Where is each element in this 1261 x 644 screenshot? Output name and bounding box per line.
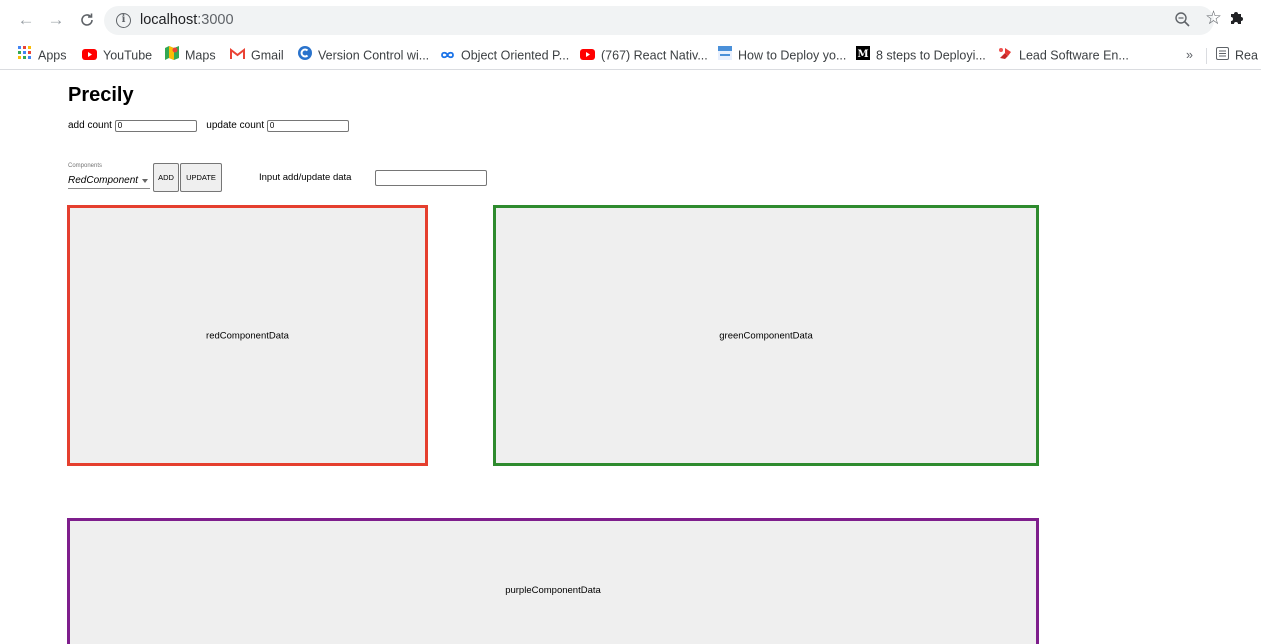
purple-component-text: purpleComponentData	[505, 585, 601, 596]
bookmark-label: Object Oriented P...	[461, 48, 570, 63]
bookmark-react-native[interactable]: (767) React Nativ...	[580, 46, 708, 64]
bookmark-label: How to Deploy yo...	[738, 48, 847, 63]
url-text[interactable]: localhost:3000	[140, 12, 234, 28]
bookmark-label: Apps	[38, 48, 67, 63]
site-info-icon[interactable]: i	[116, 13, 131, 28]
bookmark-label: Lead Software En...	[1019, 48, 1129, 63]
back-arrow-icon[interactable]: ←	[14, 8, 38, 32]
bookmark-how-to-deploy[interactable]: How to Deploy yo...	[718, 46, 846, 64]
red-component-text: redComponentData	[206, 330, 289, 341]
url-port: :3000	[197, 12, 234, 28]
address-bar[interactable]: i localhost:3000 ☆	[104, 6, 1222, 35]
svg-text:M: M	[857, 49, 868, 60]
bookmark-star-icon[interactable]: ☆	[1205, 7, 1222, 31]
more-bookmarks-button[interactable]: »	[1186, 46, 1193, 64]
site-icon	[718, 46, 732, 65]
bookmark-label: (767) React Nativ...	[601, 48, 708, 63]
gmail-icon	[230, 47, 245, 65]
green-component-panel: greenComponentData	[493, 205, 1039, 466]
dropdown-arrow-icon	[142, 179, 148, 183]
bookmark-8-steps[interactable]: M 8 steps to Deployi...	[856, 46, 986, 64]
purple-component-panel: purpleComponentData	[67, 518, 1039, 644]
add-button[interactable]: ADD	[153, 163, 179, 192]
components-select[interactable]: Components RedComponent	[68, 163, 150, 189]
red-component-panel: redComponentData	[67, 205, 428, 466]
youtube-icon	[580, 47, 595, 65]
youtube-icon	[82, 47, 97, 65]
reload-icon[interactable]	[75, 8, 99, 32]
bookmark-label: Gmail	[251, 48, 284, 63]
coursera-icon	[298, 46, 312, 65]
components-select-label: Components	[68, 163, 103, 169]
data-input-field[interactable]	[375, 170, 487, 186]
bookmark-object-oriented[interactable]: Object Oriented P...	[440, 46, 569, 64]
maps-icon	[165, 46, 179, 65]
update-button[interactable]: UPDATE	[180, 163, 222, 192]
data-input-label: Input add/update data	[259, 172, 352, 183]
bookmark-version-control[interactable]: Version Control wi...	[298, 46, 429, 64]
browser-toolbar: ← → i localhost:3000 ☆	[0, 0, 1261, 40]
bookmarks-bar: Apps YouTube Maps Gmail Version Control …	[0, 40, 1261, 70]
forward-arrow-icon[interactable]: →	[44, 8, 68, 32]
add-count-input[interactable]: 0	[114, 120, 197, 132]
bookmark-apps[interactable]: Apps	[18, 46, 67, 64]
medium-icon: M	[856, 46, 870, 65]
reading-list-button[interactable]: Rea	[1216, 46, 1258, 64]
add-count-label: add count	[68, 120, 112, 131]
zoom-icon[interactable]	[1172, 9, 1194, 31]
bookmark-lead-software[interactable]: Lead Software En...	[998, 46, 1129, 64]
bookmark-label: YouTube	[103, 48, 153, 63]
reading-list-icon	[1216, 46, 1229, 65]
bookmark-youtube[interactable]: YouTube	[82, 46, 152, 64]
components-select-value: RedComponent	[68, 175, 139, 186]
count-row: add count 0 update count 0	[68, 119, 349, 133]
apps-grid-icon	[18, 46, 32, 65]
reading-list-label: Rea	[1235, 48, 1258, 63]
bookmark-label: Version Control wi...	[318, 48, 430, 63]
page-title: Precily	[68, 84, 134, 106]
green-component-text: greenComponentData	[719, 330, 813, 341]
url-host: localhost	[140, 12, 198, 28]
bookmarks-divider	[1206, 48, 1207, 64]
bookmark-maps[interactable]: Maps	[165, 46, 216, 64]
update-count-input[interactable]: 0	[266, 120, 349, 132]
extensions-puzzle-icon[interactable]	[1227, 8, 1249, 30]
bookmark-label: Maps	[185, 48, 216, 63]
update-count-label: update count	[206, 120, 265, 131]
bookmark-gmail[interactable]: Gmail	[230, 46, 284, 64]
bookmark-label: 8 steps to Deployi...	[876, 48, 986, 63]
infinity-icon	[440, 47, 455, 65]
lead-icon	[998, 46, 1013, 65]
